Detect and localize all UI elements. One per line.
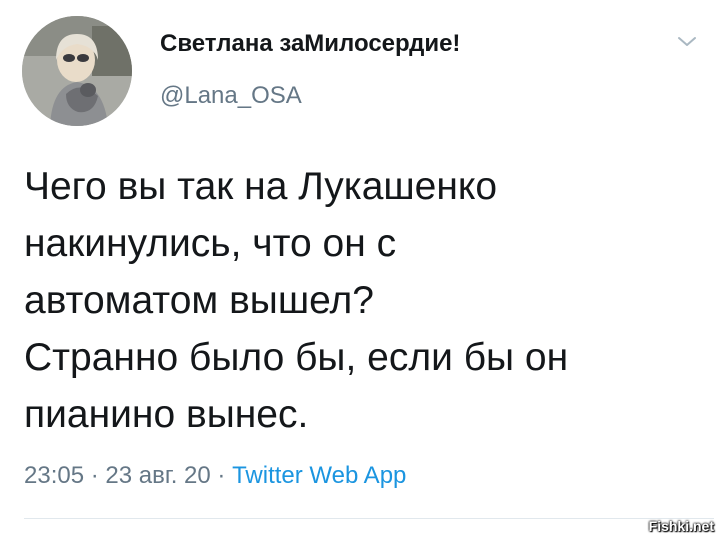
tweet-text-line: пианино вынес. (24, 393, 309, 436)
author-display-name[interactable]: Светлана заМилосердие! (160, 30, 460, 58)
tweet-text-line: Странно было бы, если бы он (24, 336, 569, 379)
avatar[interactable] (22, 16, 132, 126)
author-handle[interactable]: @Lana_OSA (160, 82, 302, 110)
tweet-text-line: накинулись, что он с (24, 222, 397, 265)
divider (24, 518, 714, 519)
tweet-time[interactable]: 23:05 (24, 462, 84, 489)
meta-separator: · (217, 462, 226, 489)
watermark: Fishki.net (648, 518, 714, 534)
tweet-text: Чего вы так на Лукашенко накинулись, что… (24, 158, 704, 443)
tweet-text-line: автоматом вышел? (24, 279, 374, 322)
chevron-down-icon[interactable] (674, 32, 700, 52)
meta-separator: · (90, 462, 99, 489)
avatar-photo (22, 16, 132, 126)
tweet-text-line: Чего вы так на Лукашенко (24, 165, 498, 208)
tweet-date[interactable]: 23 авг. 20 (105, 462, 210, 489)
tweet-source-link[interactable]: Twitter Web App (232, 462, 406, 489)
tweet-meta: 23:05 · 23 авг. 20 · Twitter Web App (24, 462, 406, 490)
